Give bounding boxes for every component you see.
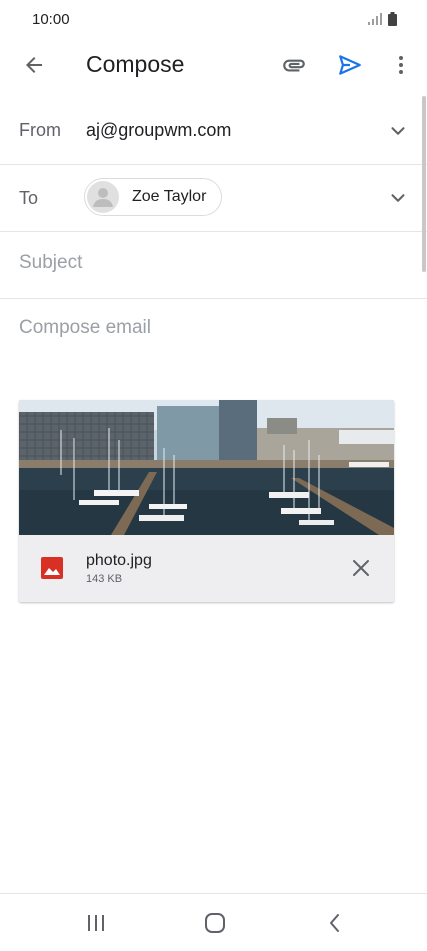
from-expand-button[interactable]	[385, 118, 411, 144]
attach-button[interactable]	[274, 45, 314, 85]
attachment-size: 143 KB	[86, 573, 123, 585]
back-button[interactable]	[14, 45, 54, 85]
send-button[interactable]	[330, 45, 370, 85]
page-title: Compose	[86, 51, 185, 77]
more-vert-icon	[399, 56, 403, 74]
signal-icon	[368, 13, 382, 25]
recents-icon	[88, 915, 104, 931]
system-nav-bar	[0, 893, 427, 951]
close-icon	[353, 560, 369, 576]
battery-icon	[388, 12, 397, 26]
status-time: 10:00	[32, 11, 70, 28]
send-icon	[339, 55, 361, 75]
more-options-button[interactable]	[381, 45, 421, 85]
remove-attachment-button[interactable]	[345, 552, 377, 584]
nav-back-button[interactable]	[315, 906, 355, 940]
scrollbar[interactable]	[422, 96, 426, 272]
chevron-down-icon	[391, 194, 405, 202]
image-file-icon	[41, 557, 63, 579]
person-icon	[93, 188, 113, 207]
app-bar: Compose	[0, 40, 427, 92]
subject-row	[0, 232, 427, 299]
recents-button[interactable]	[76, 906, 116, 940]
recipient-name: Zoe Taylor	[132, 188, 207, 205]
chevron-left-icon	[330, 914, 339, 932]
paperclip-icon	[283, 59, 305, 72]
avatar	[87, 181, 119, 213]
from-row: From aj@groupwm.com	[0, 98, 427, 165]
to-row: To Zoe Taylor	[0, 165, 427, 232]
recipient-chip[interactable]: Zoe Taylor	[84, 178, 222, 216]
compose-body-input[interactable]	[19, 317, 399, 357]
subject-input[interactable]	[19, 252, 379, 274]
to-label: To	[19, 188, 39, 208]
from-account[interactable]: aj@groupwm.com	[86, 120, 231, 141]
status-icons	[368, 12, 397, 26]
status-bar: 10:00	[0, 0, 427, 40]
home-button[interactable]	[195, 906, 235, 940]
from-label: From	[19, 120, 61, 140]
home-icon	[205, 913, 225, 933]
attachment-thumbnail	[19, 400, 394, 535]
chevron-down-icon	[391, 127, 405, 135]
attachment-card[interactable]: photo.jpg 143 KB	[19, 400, 394, 602]
arrow-left-icon	[26, 57, 42, 73]
attachment-name: photo.jpg	[86, 552, 152, 569]
to-expand-button[interactable]	[385, 185, 411, 211]
